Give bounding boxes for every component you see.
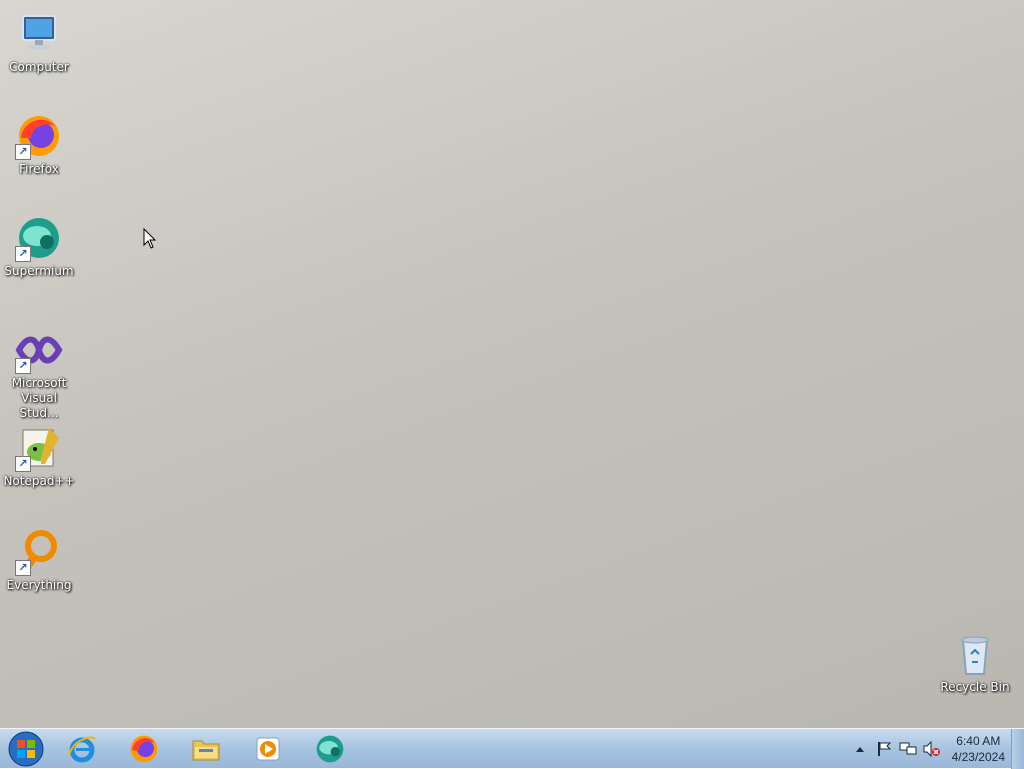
mouse-cursor-icon: [143, 227, 157, 254]
desktop-icon-label: Supermium: [4, 264, 74, 278]
recycle-bin-icon: [951, 630, 999, 678]
firefox-icon: [130, 735, 158, 762]
taskbar: 6:40 AM 4/23/2024: [0, 728, 1024, 769]
shortcut-arrow-icon: ↗: [15, 246, 31, 262]
notepadpp-icon: ↗: [15, 424, 63, 472]
desktop-icon-label: Everything: [6, 578, 72, 592]
computer-icon: [15, 10, 63, 58]
start-button[interactable]: [4, 730, 48, 768]
folder-icon: [192, 740, 220, 760]
desktop-icon-label: Recycle Bin: [940, 680, 1010, 694]
system-tray: 6:40 AM 4/23/2024: [848, 728, 1024, 769]
taskbar-supermium[interactable]: [302, 730, 358, 768]
network-icon[interactable]: [898, 739, 918, 759]
supermium-icon: [316, 735, 344, 762]
show-hidden-icons-icon[interactable]: [850, 739, 870, 759]
desktop-icon-label: Notepad++: [3, 474, 75, 488]
action-center-flag-icon[interactable]: [874, 739, 894, 759]
desktop-icon-recycle-bin[interactable]: Recycle Bin: [940, 630, 1010, 695]
visual-studio-icon: ↗: [15, 326, 63, 374]
desktop-icon-computer[interactable]: Computer: [4, 10, 74, 75]
desktop[interactable]: Computer ↗ Firefox ↗ Supermium ↗ Microso…: [0, 0, 1024, 728]
everything-icon: ↗: [15, 528, 63, 576]
supermium-icon: ↗: [15, 214, 63, 262]
clock-date: 4/23/2024: [951, 749, 1005, 764]
taskbar-media-player[interactable]: [240, 730, 296, 768]
volume-muted-icon[interactable]: [922, 739, 942, 759]
show-desktop-button[interactable]: [1011, 728, 1024, 769]
desktop-icon-everything[interactable]: ↗ Everything: [4, 528, 74, 593]
clock[interactable]: 6:40 AM 4/23/2024: [952, 733, 1005, 765]
desktop-icon-supermium[interactable]: ↗ Supermium: [4, 214, 74, 279]
taskbar-firefox[interactable]: [116, 730, 172, 768]
windows-logo-icon: [8, 731, 44, 766]
clock-time: 6:40 AM: [956, 733, 1001, 748]
desktop-icon-notepadpp[interactable]: ↗ Notepad++: [3, 424, 75, 489]
taskbar-internet-explorer[interactable]: [54, 730, 110, 768]
shortcut-arrow-icon: ↗: [15, 144, 31, 160]
desktop-icon-label: Computer: [9, 60, 69, 74]
media-player-icon: [256, 737, 280, 760]
shortcut-arrow-icon: ↗: [15, 560, 31, 576]
desktop-icon-label: Firefox: [19, 162, 59, 176]
desktop-icon-visual-studio[interactable]: ↗ Microsoft Visual Stud...: [4, 326, 74, 421]
shortcut-arrow-icon: ↗: [15, 456, 31, 472]
firefox-icon: ↗: [15, 112, 63, 160]
desktop-icon-firefox[interactable]: ↗ Firefox: [4, 112, 74, 177]
internet-explorer-icon: [68, 736, 96, 762]
taskbar-windows-explorer[interactable]: [178, 730, 234, 768]
shortcut-arrow-icon: ↗: [15, 358, 31, 374]
desktop-icon-label: Microsoft Visual Stud...: [11, 376, 67, 420]
